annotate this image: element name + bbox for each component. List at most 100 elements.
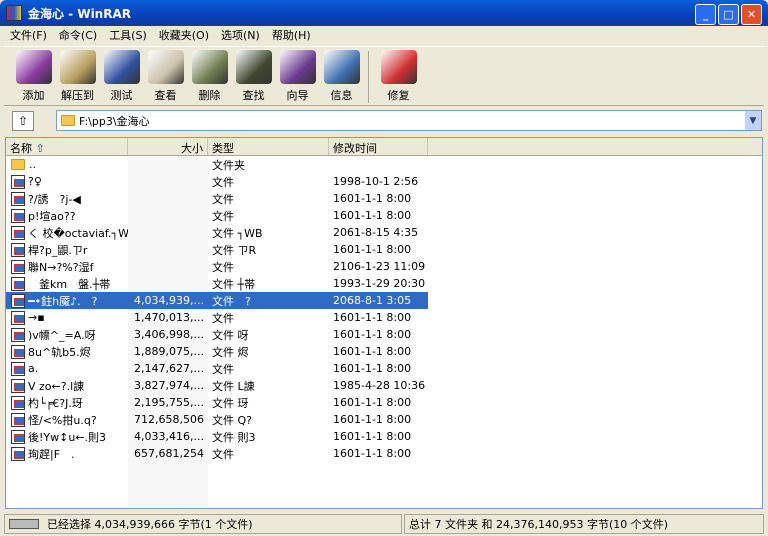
file-modified: 1601-1-1 8:00 [333, 362, 412, 375]
toolbar-button-extract[interactable]: 解压到 [56, 47, 99, 103]
window-title: 金海心 - WinRAR [28, 6, 131, 21]
extract-icon [59, 50, 96, 84]
file-icon [11, 446, 25, 461]
file-modified: 1993-1-29 20:30 [333, 277, 426, 290]
file-row[interactable]: p!塇ao?? 文件 1601-1-1 8:00 [6, 207, 762, 224]
file-row[interactable]: a. 2,147,627,... 文件 1601-1-1 8:00 [6, 360, 762, 377]
toolbar-label: 查找 [242, 89, 265, 102]
file-row[interactable]: 8u^轨b5.烬 1,889,075,... 文件 烬 1601-1-1 8:00 [6, 343, 762, 360]
file-type: 文件夹 [212, 158, 245, 172]
maximize-button[interactable]: □ [718, 4, 739, 25]
file-row[interactable]: 杓└╒€?J.玡 2,195,755,... 文件 玡 1601-1-1 8:00 [6, 394, 762, 411]
toolbar-button-delete[interactable]: 删除 [188, 47, 231, 103]
file-row[interactable]: く 校�octaviaf.┐WB 文件 ┐WB 2061-8-15 4:35 [6, 224, 762, 241]
file-row[interactable]: 後!Yw↕u←.則3 4,033,416,... 文件 則3 1601-1-1 8:0… [6, 428, 762, 445]
file-size: 3,827,974,... [134, 379, 204, 392]
toolbar-button-test[interactable]: 测试 [100, 47, 143, 103]
up-folder-button[interactable]: ⇧ [12, 111, 34, 131]
address-input[interactable]: F:\pp3\金海心 ▼ [56, 110, 762, 131]
menu-item[interactable]: 文件(F) [4, 27, 53, 43]
file-type: 文件 [212, 209, 234, 223]
file-icon [11, 344, 25, 359]
toolbar-button-repair[interactable]: 修复 [377, 47, 420, 103]
minimize-button[interactable]: _ [695, 4, 716, 25]
file-row[interactable]: 聯N→?%?湿f 文件 2106-1-23 11:09 [6, 258, 762, 275]
menu-bar: 文件(F) 命令(C) 工具(S) 收藏夹(O) 选项(N) 帮助(H) [0, 26, 768, 44]
file-row[interactable]: →▪ 1,470,013,... 文件 1601-1-1 8:00 [6, 309, 762, 326]
file-icon [11, 208, 25, 223]
file-type: 文件 [212, 192, 234, 206]
menu-item[interactable]: 命令(C) [53, 27, 103, 43]
file-row[interactable]: 釜km 盤.┼帯 文件 ┼帯 1993-1-29 20:30 [6, 275, 762, 292]
file-modified: 1601-1-1 8:00 [333, 345, 412, 358]
file-type: 文件 Q? [212, 413, 252, 427]
file-name: 8u^轨b5.烬 [28, 345, 91, 359]
file-row[interactable]: ?/誘 ?j-◀ 文件 1601-1-1 8:00 [6, 190, 762, 207]
column-name[interactable]: 名称 ⇧ [6, 138, 128, 155]
title-bar: 金海心 - WinRAR _ □ ✕ [0, 0, 768, 26]
file-name: V zo←?.l諌 [28, 379, 85, 393]
file-modified: 1601-1-1 8:00 [333, 192, 412, 205]
menu-item[interactable]: 帮助(H) [266, 27, 317, 43]
toolbar-button-wizard[interactable]: 向导 [276, 47, 319, 103]
find-icon [235, 50, 272, 84]
file-list[interactable]: 名称 ⇧ 大小 类型 修改时间 .. 文件夹 ?♀ 文件 1998-10-1 2:56?… [5, 137, 763, 509]
file-icon [11, 293, 25, 308]
repair-icon [380, 50, 417, 84]
column-type[interactable]: 类型 [208, 138, 329, 155]
toolbar-label: 解压到 [61, 89, 94, 102]
column-name-label: 名称 [10, 142, 32, 155]
toolbar-label: 向导 [286, 89, 309, 102]
file-type: 文件 則3 [212, 430, 256, 444]
file-modified: 1601-1-1 8:00 [333, 311, 412, 324]
toolbar-label: 添加 [22, 89, 45, 102]
toolbar-button-view[interactable]: 查看 [144, 47, 187, 103]
file-size: 4,033,416,... [134, 430, 204, 443]
chevron-down-icon[interactable]: ▼ [745, 111, 761, 130]
file-name: 桿?p_鼰.ㄗr [28, 243, 88, 257]
file-modified: 1601-1-1 8:00 [333, 328, 412, 341]
folder-icon [11, 159, 25, 170]
file-size: 3,406,998,... [134, 328, 204, 341]
toolbar-separator [368, 51, 369, 103]
file-icon [11, 174, 25, 189]
toolbar-label: 删除 [198, 89, 221, 102]
file-name: 杓└╒€?J.玡 [28, 396, 83, 410]
menu-item[interactable]: 工具(S) [103, 27, 153, 43]
file-row[interactable]: ━•鉒h魇♪. ? 4,034,939,... 文件 ? 2068-8-1 3:05 [6, 292, 428, 309]
file-icon [11, 259, 25, 274]
file-size: 712,658,506 [134, 413, 204, 426]
toolbar-button-find[interactable]: 查找 [232, 47, 275, 103]
file-row[interactable]: 怪/<%拑u.q? 712,658,506 文件 Q? 1601-1-1 8:00 [6, 411, 762, 428]
file-type: 文件 L諌 [212, 379, 255, 393]
info-icon [323, 50, 360, 84]
toolbar-button-add[interactable]: 添加 [12, 47, 55, 103]
status-bar: 已经选择 4,034,939,666 字节(1 个文件) 总计 7 文件夹 和 … [0, 512, 768, 536]
file-modified: 1601-1-1 8:00 [333, 396, 412, 409]
file-row[interactable]: .. 文件夹 [6, 156, 762, 173]
menu-item[interactable]: 收藏夹(O) [153, 27, 215, 43]
sort-up-icon: ⇧ [35, 142, 45, 155]
toolbar-button-info[interactable]: 信息 [320, 47, 363, 103]
column-modified[interactable]: 修改时间 [329, 138, 428, 155]
file-row[interactable]: )v幖^_=A.呀 3,406,998,... 文件 呀 1601-1-1 8:00 [6, 326, 762, 343]
file-row[interactable]: ?♀ 文件 1998-10-1 2:56 [6, 173, 762, 190]
file-size: 1,889,075,... [134, 345, 204, 358]
file-row[interactable]: 桿?p_鼰.ㄗr 文件 ㄗR 1601-1-1 8:00 [6, 241, 762, 258]
file-size: 2,147,627,... [134, 362, 204, 375]
status-selected: 已经选择 4,034,939,666 字节(1 个文件) [47, 518, 253, 531]
close-button[interactable]: ✕ [741, 4, 762, 25]
file-row[interactable]: V zo←?.l諌 3,827,974,... 文件 L諌 1985-4-28 10:… [6, 377, 762, 394]
menu-item[interactable]: 选项(N) [215, 27, 266, 43]
file-type: 文件 [212, 447, 234, 461]
file-modified: 1601-1-1 8:00 [333, 447, 412, 460]
file-icon [11, 327, 25, 342]
file-type: 文件 ┐WB [212, 226, 263, 240]
file-type: 文件 烬 [212, 345, 249, 359]
column-size[interactable]: 大小 [128, 138, 208, 155]
file-size: 657,681,254 [134, 447, 204, 460]
wizard-icon [279, 50, 316, 84]
file-row[interactable]: 珣趕|F . 657,681,254 文件 1601-1-1 8:00 [6, 445, 762, 462]
toolbar-label: 测试 [110, 89, 133, 102]
file-name: ?/誘 ?j-◀ [28, 192, 81, 206]
